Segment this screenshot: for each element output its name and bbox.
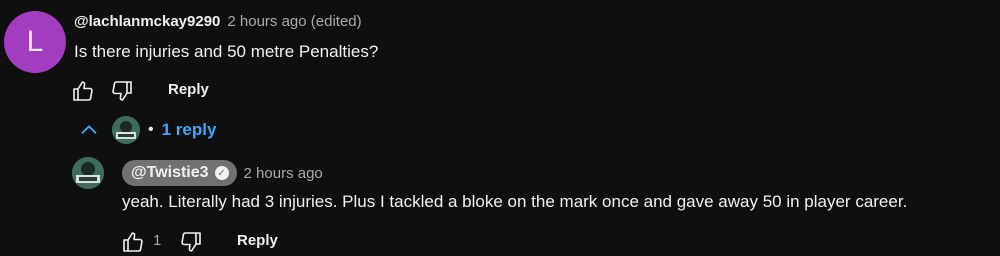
reply-header: @Twistie3 ✓ 2 hours ago xyxy=(122,160,323,186)
comment-timestamp[interactable]: 2 hours ago (edited) xyxy=(227,13,361,30)
commenter-avatar[interactable]: L xyxy=(4,11,66,73)
reply-author-pill[interactable]: @Twistie3 ✓ xyxy=(122,160,237,186)
thumb-up-icon xyxy=(123,232,143,252)
reply-dislike-button[interactable] xyxy=(178,229,204,255)
reply-author: @Twistie3 xyxy=(131,164,209,181)
thumb-up-icon xyxy=(73,81,93,101)
reply-like-count: 1 xyxy=(153,232,162,249)
comment-author[interactable]: @lachlanmckay9290 xyxy=(74,13,220,30)
reply-timestamp[interactable]: 2 hours ago xyxy=(244,165,323,182)
comment-header: @lachlanmckay9290 2 hours ago (edited) xyxy=(74,13,362,30)
comment-text: Is there injuries and 50 metre Penalties… xyxy=(74,42,379,61)
replies-toggle[interactable]: • 1 reply xyxy=(78,116,216,144)
verified-check-icon: ✓ xyxy=(214,166,229,180)
reply-reply-button[interactable]: Reply xyxy=(237,232,278,249)
avatar-letter: L xyxy=(26,25,44,58)
thumb-down-icon xyxy=(181,232,201,252)
replier-avatar[interactable] xyxy=(72,157,104,189)
replier-avatar-small xyxy=(112,116,140,144)
like-button[interactable] xyxy=(70,78,96,104)
reply-count: 1 reply xyxy=(161,120,217,139)
reply-text: yeah. Literally had 3 injuries. Plus I t… xyxy=(122,192,908,211)
replier-avatar-image xyxy=(72,157,104,189)
reply-button[interactable]: Reply xyxy=(168,81,209,98)
chevron-up-icon xyxy=(81,125,97,134)
reply-like-button[interactable] xyxy=(120,229,146,255)
reply-separator: • xyxy=(148,121,154,138)
dislike-button[interactable] xyxy=(109,78,135,104)
thumb-down-icon xyxy=(112,81,132,101)
